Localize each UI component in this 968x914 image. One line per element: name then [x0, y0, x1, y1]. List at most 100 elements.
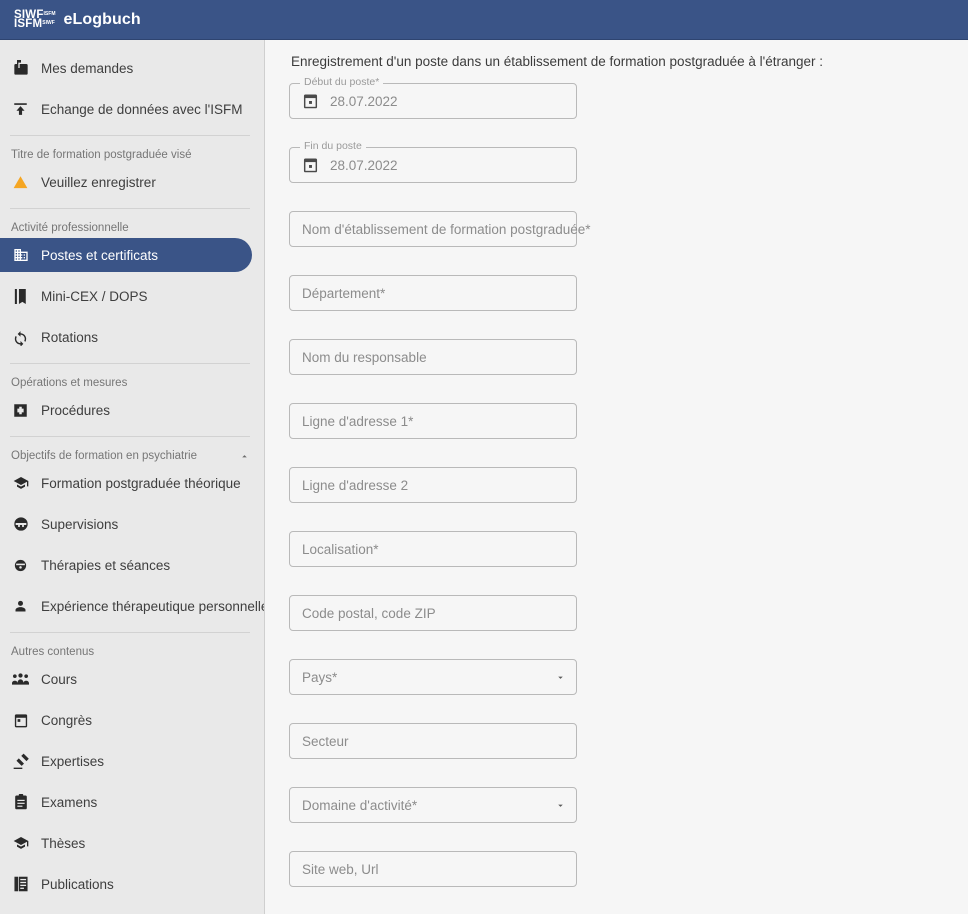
field-placeholder: Localisation* [302, 541, 379, 557]
field-box[interactable]: Département* [289, 275, 577, 311]
calendar-icon [12, 712, 29, 729]
sidebar-divider [10, 135, 250, 136]
upload-icon [12, 101, 29, 118]
sidebar-item-label: Veuillez enregistrer [41, 174, 156, 190]
field-site-web[interactable]: Site web, Url [289, 851, 577, 887]
sidebar-item-label: Thérapies et séances [41, 557, 171, 573]
field-fin-du-poste[interactable]: Fin du poste 28.07.2022 [289, 140, 577, 183]
field-localisation[interactable]: Localisation* [289, 531, 577, 567]
field-box[interactable]: Nom d'établissement de formation postgra… [289, 211, 591, 247]
sidebar-item-label: Procédures [41, 402, 111, 418]
sidebar-item-veuillez-enregistrer[interactable]: Veuillez enregistrer [0, 165, 252, 199]
sidebar-item-mes-demandes[interactable]: Mes demandes [0, 51, 252, 85]
field-placeholder: Secteur [302, 733, 349, 749]
app-header: SIWF ISFM ISFM SIWF eLogbuch [0, 0, 968, 40]
sidebar-item-label: Mes demandes [41, 60, 134, 76]
field-box[interactable]: Site web, Url [289, 851, 577, 887]
sidebar-item-label: Echange de données avec l'ISFM [41, 101, 243, 117]
hospital-icon [12, 247, 29, 264]
person-icon [12, 598, 29, 615]
group-icon [12, 671, 29, 688]
sidebar-item-echange-de-donnees[interactable]: Echange de données avec l'ISFM [0, 92, 252, 126]
field-box[interactable]: Ligne d'adresse 1* [289, 403, 577, 439]
main-content: Enregistrement d'un poste dans un établi… [265, 40, 968, 914]
brand[interactable]: SIWF ISFM ISFM SIWF eLogbuch [14, 9, 141, 30]
clipboard-icon [12, 794, 29, 811]
field-placeholder: Pays* [302, 669, 338, 685]
field-box[interactable]: Pays* [289, 659, 577, 695]
field-ligne-adresse-2[interactable]: Ligne d'adresse 2 [289, 467, 577, 503]
sidebar-item-expertises[interactable]: Expertises [0, 744, 252, 778]
field-legend: Début du poste* [300, 76, 384, 89]
field-box[interactable]: Code postal, code ZIP [289, 595, 577, 631]
chevron-down-icon[interactable] [554, 799, 566, 811]
field-box[interactable]: Localisation* [289, 531, 577, 567]
calendar-icon[interactable] [302, 93, 319, 110]
calendar-icon[interactable] [302, 157, 319, 174]
field-departement[interactable]: Département* [289, 275, 577, 311]
field-placeholder: Code postal, code ZIP [302, 605, 436, 621]
sidebar-item-supervisions[interactable]: Supervisions [0, 507, 252, 541]
sidebar-item-label: Rotations [41, 329, 99, 345]
field-placeholder: Ligne d'adresse 2 [302, 477, 409, 493]
sidebar-item-theses[interactable]: Thèses [0, 826, 252, 860]
sidebar-divider [10, 208, 250, 209]
book-icon [12, 288, 29, 305]
sidebar-divider [10, 632, 250, 633]
field-pays[interactable]: Pays* [289, 659, 577, 695]
chevron-up-icon[interactable] [238, 450, 250, 462]
mailbox-icon [12, 60, 29, 77]
sidebar-divider [10, 363, 250, 364]
field-ligne-adresse-1[interactable]: Ligne d'adresse 1* [289, 403, 577, 439]
field-legend: Fin du poste [300, 140, 366, 153]
logo-line1-sup: ISFM [43, 10, 56, 17]
sidebar-item-procedures[interactable]: Procédures [0, 393, 252, 427]
sidebar-item-label: Postes et certificats [41, 247, 159, 263]
field-box[interactable]: Domaine d'activité* [289, 787, 577, 823]
field-placeholder: Nom du responsable [302, 349, 427, 365]
field-placeholder: Ligne d'adresse 1* [302, 413, 414, 429]
sidebar-divider [10, 436, 250, 437]
field-box[interactable]: Ligne d'adresse 2 [289, 467, 577, 503]
sidebar-item-posters[interactable]: Posters [0, 908, 252, 914]
sidebar-item-experience-therapeutique-personnelle[interactable]: Expérience thérapeutique personnelle [0, 589, 264, 623]
poste-etranger-form: Début du poste* 28.07.2022 Fin du poste [289, 76, 968, 914]
sidebar-item-label: Thèses [41, 835, 86, 851]
field-nom-responsable[interactable]: Nom du responsable [289, 339, 577, 375]
therapy-icon [12, 557, 29, 574]
field-code-postal[interactable]: Code postal, code ZIP [289, 595, 577, 631]
page-title: Enregistrement d'un poste dans un établi… [291, 54, 823, 69]
sidebar-item-therapies-et-seances[interactable]: Thérapies et séances [0, 548, 252, 582]
sidebar-item-cours[interactable]: Cours [0, 662, 252, 696]
sidebar-group-objectifs-formation[interactable]: Objectifs de formation en psychiatrie [0, 446, 264, 466]
sidebar-item-rotations[interactable]: Rotations [0, 320, 252, 354]
sidebar-item-postes-et-certificats[interactable]: Postes et certificats [0, 238, 252, 272]
app-title: eLogbuch [63, 10, 141, 28]
sidebar-item-label: Congrès [41, 712, 93, 728]
sync-icon [12, 329, 29, 346]
sidebar-item-label: Supervisions [41, 516, 119, 532]
field-box[interactable]: Nom du responsable [289, 339, 577, 375]
sidebar-item-label: Mini-CEX / DOPS [41, 288, 148, 304]
graduation-cap-icon [12, 475, 29, 492]
sidebar-item-formation-postgraduee-theorique[interactable]: Formation postgraduée théorique [0, 466, 252, 500]
sidebar-group-titre-formation: Titre de formation postgraduée visé [0, 145, 264, 165]
sidebar-item-congres[interactable]: Congrès [0, 703, 252, 737]
field-domaine-activite[interactable]: Domaine d'activité* [289, 787, 577, 823]
supervision-icon [12, 516, 29, 533]
field-nom-etablissement[interactable]: Nom d'établissement de formation postgra… [289, 211, 591, 247]
sidebar-group-operations-mesures: Opérations et mesures [0, 373, 264, 393]
field-placeholder: 28.07.2022 [330, 93, 398, 109]
field-debut-du-poste[interactable]: Début du poste* 28.07.2022 [289, 76, 577, 119]
chevron-down-icon[interactable] [554, 671, 566, 683]
sidebar-item-mini-cex-dops[interactable]: Mini-CEX / DOPS [0, 279, 252, 313]
field-box[interactable]: Secteur [289, 723, 577, 759]
sidebar-item-publications[interactable]: Publications [0, 867, 252, 901]
logo-line2: ISFM [14, 17, 43, 30]
field-secteur[interactable]: Secteur [289, 723, 577, 759]
field-placeholder: Département* [302, 285, 386, 301]
field-placeholder: Site web, Url [302, 861, 379, 877]
app-root: SIWF ISFM ISFM SIWF eLogbuch Mes demandes [0, 0, 968, 914]
sidebar-item-label: Formation postgraduée théorique [41, 475, 241, 491]
sidebar-item-examens[interactable]: Examens [0, 785, 252, 819]
